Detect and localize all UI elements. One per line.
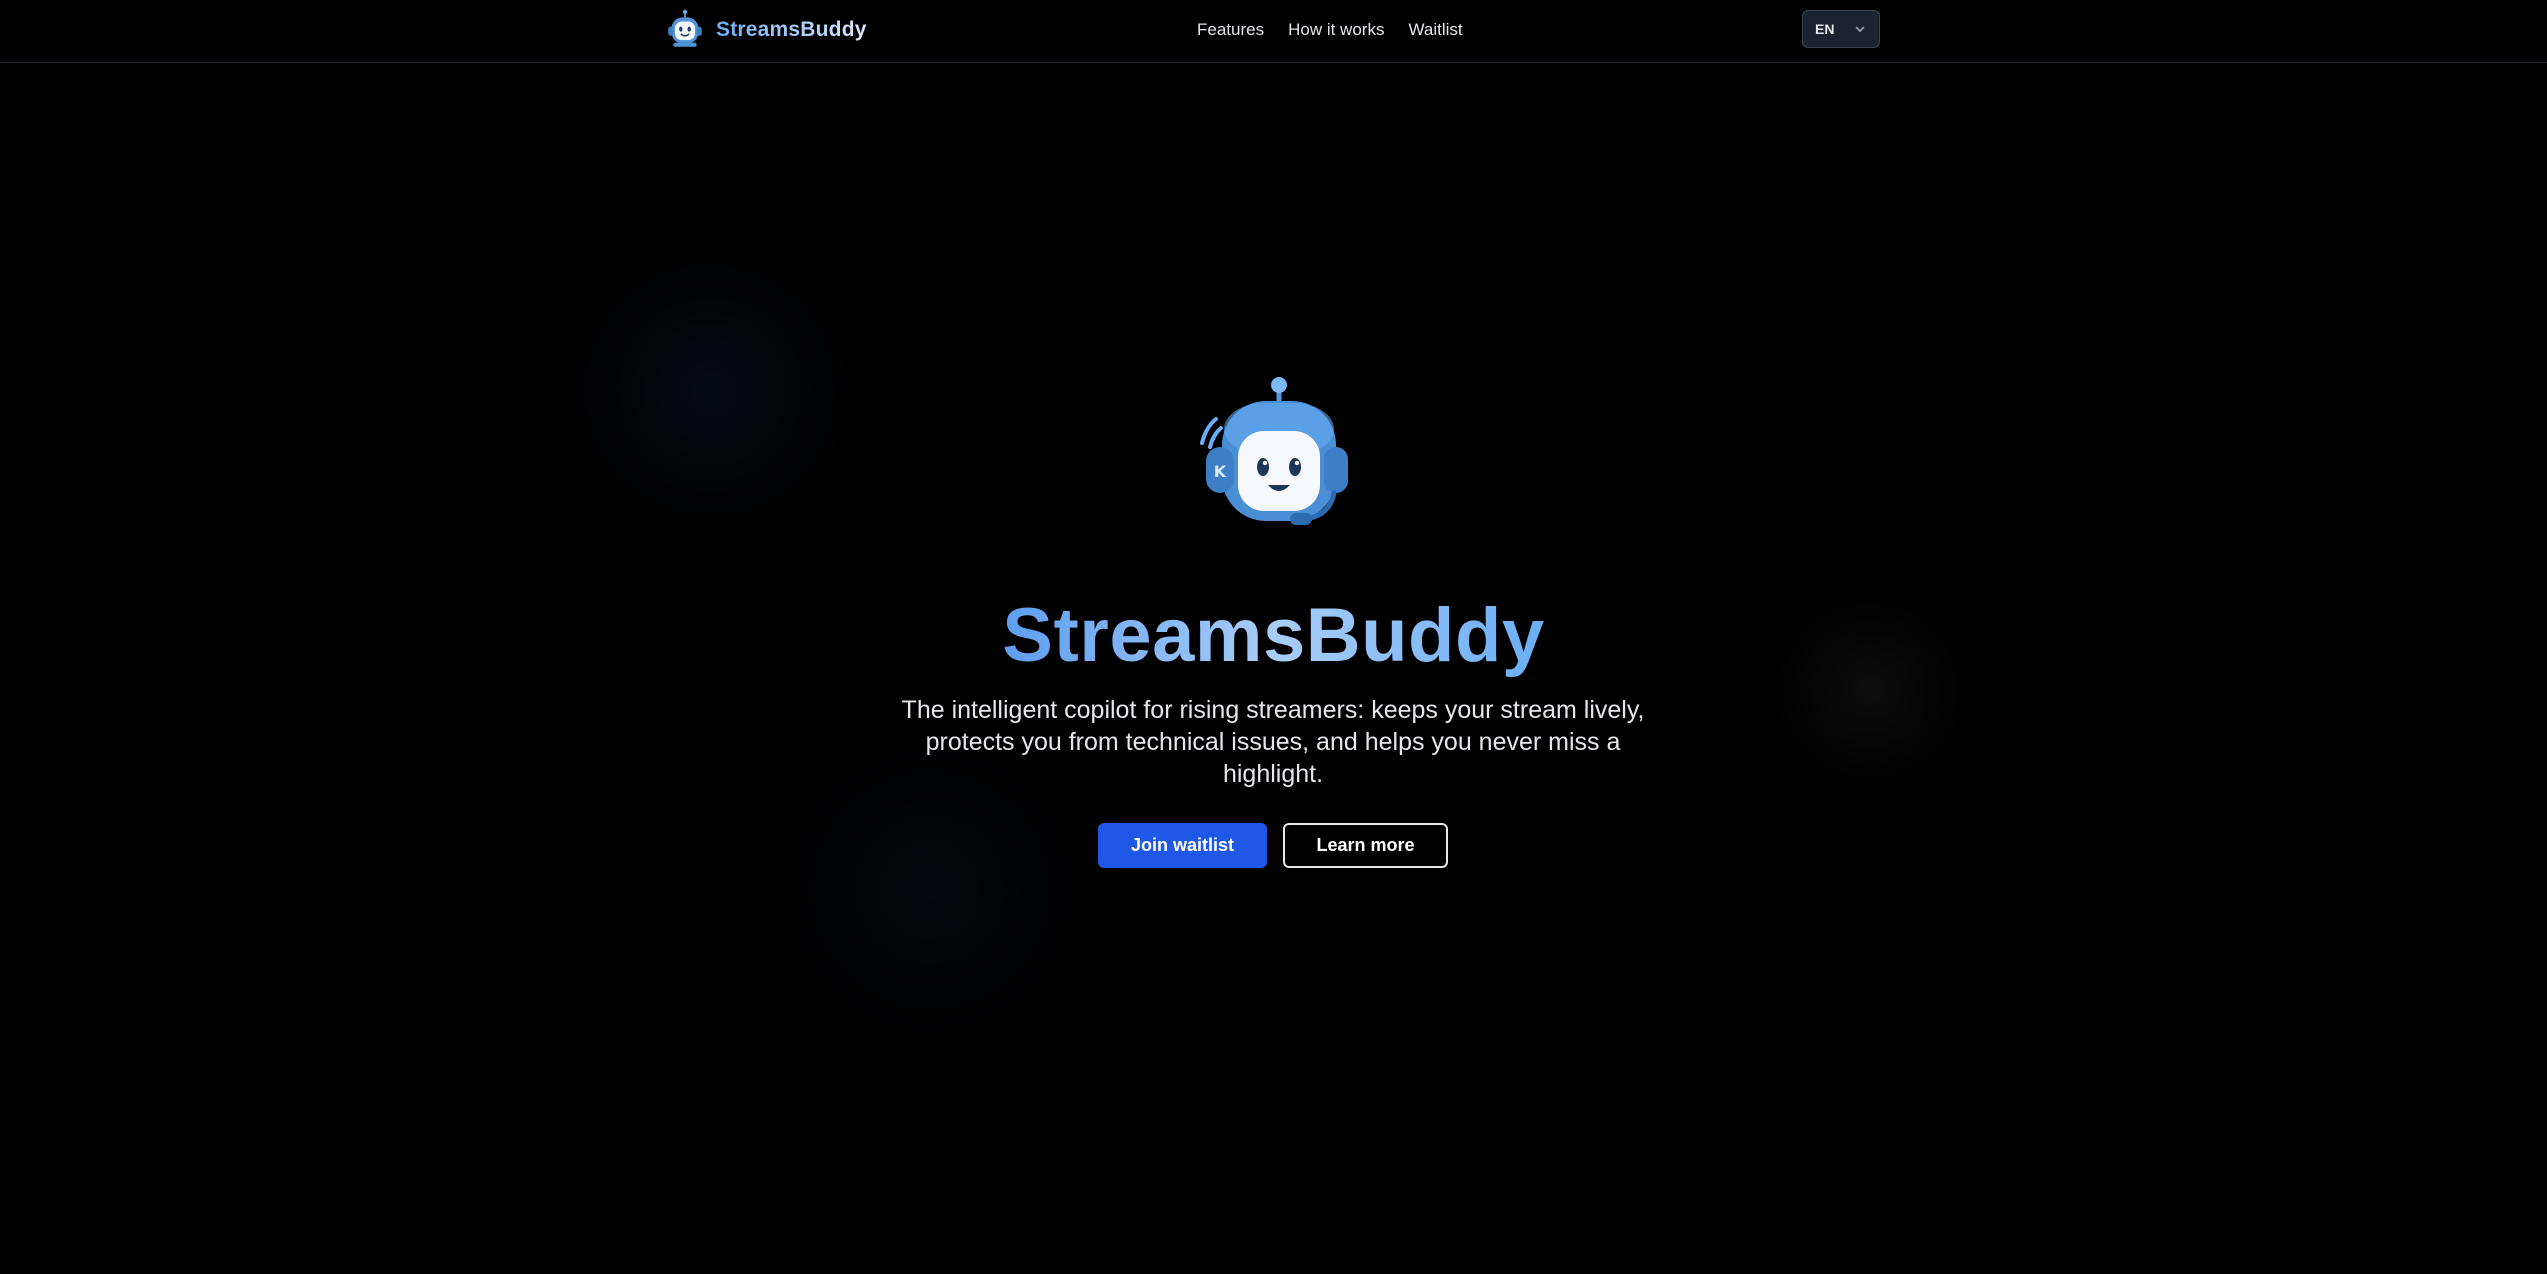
brand-link[interactable]: StreamsBuddy	[664, 9, 867, 50]
language-select[interactable]: EN	[1802, 10, 1880, 48]
site-header: StreamsBuddy Features How it works Waitl…	[0, 0, 2547, 63]
join-waitlist-button[interactable]: Join waitlist	[1098, 823, 1267, 868]
learn-more-button[interactable]: Learn more	[1283, 823, 1448, 868]
hero-title-text: StreamsBuddy	[1002, 593, 1545, 678]
background-glow	[560, 240, 860, 540]
nav-link-features[interactable]: Features	[1197, 18, 1264, 42]
nav-link-waitlist[interactable]: Waitlist	[1408, 18, 1462, 42]
nav-link-how-it-works[interactable]: How it works	[1288, 18, 1384, 42]
landing-page: StreamsBuddy Features How it works Waitl…	[0, 0, 2547, 1274]
brand-name: StreamsBuddy	[716, 18, 867, 41]
main-nav: Features How it works Waitlist	[1197, 18, 1463, 42]
hero-subtitle: The intelligent copilot for rising strea…	[901, 696, 1645, 788]
cta-group: Join waitlist Learn more	[1098, 823, 1448, 868]
robot-mascot-icon: K	[1200, 377, 1348, 525]
chevron-down-icon	[1855, 26, 1865, 32]
hero-title: StreamsBuddy	[0, 588, 2547, 684]
robot-logo-icon	[668, 9, 702, 47]
svg-text:K: K	[1214, 462, 1227, 481]
language-select-value: EN	[1815, 21, 1835, 37]
